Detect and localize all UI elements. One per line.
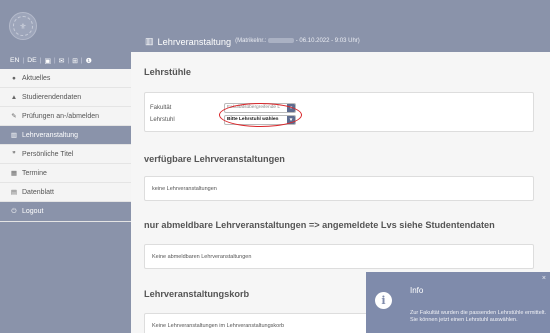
- lehrstuhl-label: Lehrstuhl: [150, 117, 175, 123]
- sidebar-item-label: Datenblatt: [22, 188, 54, 196]
- close-icon[interactable]: ×: [542, 275, 546, 282]
- section-heading-korb: Lehrveranstaltungskorb: [144, 289, 250, 299]
- edit-icon: ✎: [11, 113, 17, 120]
- meta-prefix: (Matrikelnr.:: [235, 38, 267, 45]
- printer-icon[interactable]: ▣: [44, 57, 50, 65]
- graduation-cap-icon: ▲: [10, 93, 18, 101]
- sidebar-item-pruefungen[interactable]: ✎ Prüfungen an-/abmelden: [0, 107, 131, 126]
- logo-area: ⚜: [0, 0, 131, 52]
- sidebar-item-aktuelles[interactable]: ● Aktuelles: [0, 69, 131, 88]
- page-titlebar: ▥ Lehrveranstaltung (Matrikelnr.: - 06.1…: [131, 31, 550, 52]
- sidebar-item-lehrveranstaltung[interactable]: ▥ Lehrveranstaltung: [0, 126, 131, 145]
- sitemap-icon[interactable]: ⊞: [72, 57, 78, 65]
- sidebar-nav: ● Aktuelles ▲ Studierendendaten ✎ Prüfun…: [0, 69, 131, 222]
- section-heading-verfuegbar: verfügbare Lehrveranstaltungen: [144, 154, 285, 164]
- sidebar-item-label: Studierendendaten: [22, 93, 82, 101]
- university-seal-logo: ⚜: [9, 12, 37, 40]
- sidebar-item-logout[interactable]: ⏻ Logout: [0, 202, 131, 222]
- empty-message: Keine abmeldbaren Lehrveranstaltungen: [152, 254, 252, 260]
- sidebar-item-label: Termine: [22, 169, 47, 177]
- separator: |: [80, 57, 83, 64]
- section-heading-lehrstuehle: Lehrstühle: [144, 67, 191, 77]
- power-icon: ⏻: [11, 207, 17, 215]
- institution-icon: ▥: [145, 36, 154, 46]
- quote-icon: ❞: [12, 151, 16, 158]
- language-bar: EN | DE | ▣ | ✉ | ⊞ | ❶: [0, 52, 131, 69]
- chat-icon: ●: [12, 74, 16, 82]
- info-icon[interactable]: ❶: [86, 57, 92, 65]
- meta-suffix: - 06.10.2022 - 9:03 Uhr): [295, 38, 360, 45]
- sidebar-item-label: Prüfungen an-/abmelden: [22, 112, 100, 120]
- calendar-icon: ▦: [10, 170, 18, 177]
- abmeldbar-panel: Keine abmeldbaren Lehrveranstaltungen: [144, 244, 534, 269]
- sidebar-item-datenblatt[interactable]: ▤ Datenblatt: [0, 183, 131, 202]
- page-title: Lehrveranstaltung: [157, 36, 232, 47]
- highlight-ellipse: [219, 103, 302, 127]
- page-meta: (Matrikelnr.: - 06.10.2022 - 9:03 Uhr): [235, 38, 360, 45]
- lang-de-link[interactable]: DE: [27, 57, 36, 64]
- institution-icon: ▥: [10, 132, 18, 139]
- sidebar-item-label: Aktuelles: [22, 74, 51, 82]
- sidebar-item-studierendendaten[interactable]: ▲ Studierendendaten: [0, 88, 131, 107]
- verfuegbar-panel: keine Lehrveranstaltungen: [144, 176, 534, 201]
- sidebar-item-persoenliche-titel[interactable]: ❞ Persönliche Titel: [0, 145, 131, 164]
- sidebar-item-label: Lehrveranstaltung: [22, 131, 79, 139]
- sidebar-item-label: Logout: [22, 208, 44, 215]
- toast-message: Zur Fakultät wurden die passenden Lehrst…: [410, 310, 547, 323]
- mail-icon[interactable]: ✉: [59, 57, 65, 65]
- lehrstuehle-panel: [144, 92, 534, 132]
- empty-message: keine Lehrveranstaltungen: [152, 186, 217, 192]
- sidebar-item-label: Persönliche Titel: [22, 150, 74, 158]
- seal-inner: ⚜: [13, 16, 33, 36]
- empty-message: Keine Lehrveranstaltungen im Lehrveranst…: [152, 323, 285, 329]
- info-circle-icon: i: [375, 292, 392, 309]
- toast-title: Info: [410, 286, 424, 295]
- fakultaet-label: Fakultät: [150, 105, 172, 111]
- separator: |: [53, 57, 56, 64]
- calendar-check-icon: ▤: [10, 189, 18, 196]
- separator: |: [22, 57, 25, 64]
- info-toast[interactable]: × i Info Zur Fakultät wurden die passend…: [366, 272, 550, 333]
- separator: |: [39, 57, 42, 64]
- section-heading-abmeldbar: nur abmeldbare Lehrveranstaltungen => an…: [144, 220, 495, 230]
- lang-en-link[interactable]: EN: [10, 57, 19, 64]
- separator: |: [67, 57, 70, 64]
- sidebar-item-termine[interactable]: ▦ Termine: [0, 164, 131, 183]
- redacted-matriculation-number: [268, 38, 295, 44]
- sidebar: ⚜ EN | DE | ▣ | ✉ | ⊞ | ❶ ● Aktuelles ▲ …: [0, 0, 131, 333]
